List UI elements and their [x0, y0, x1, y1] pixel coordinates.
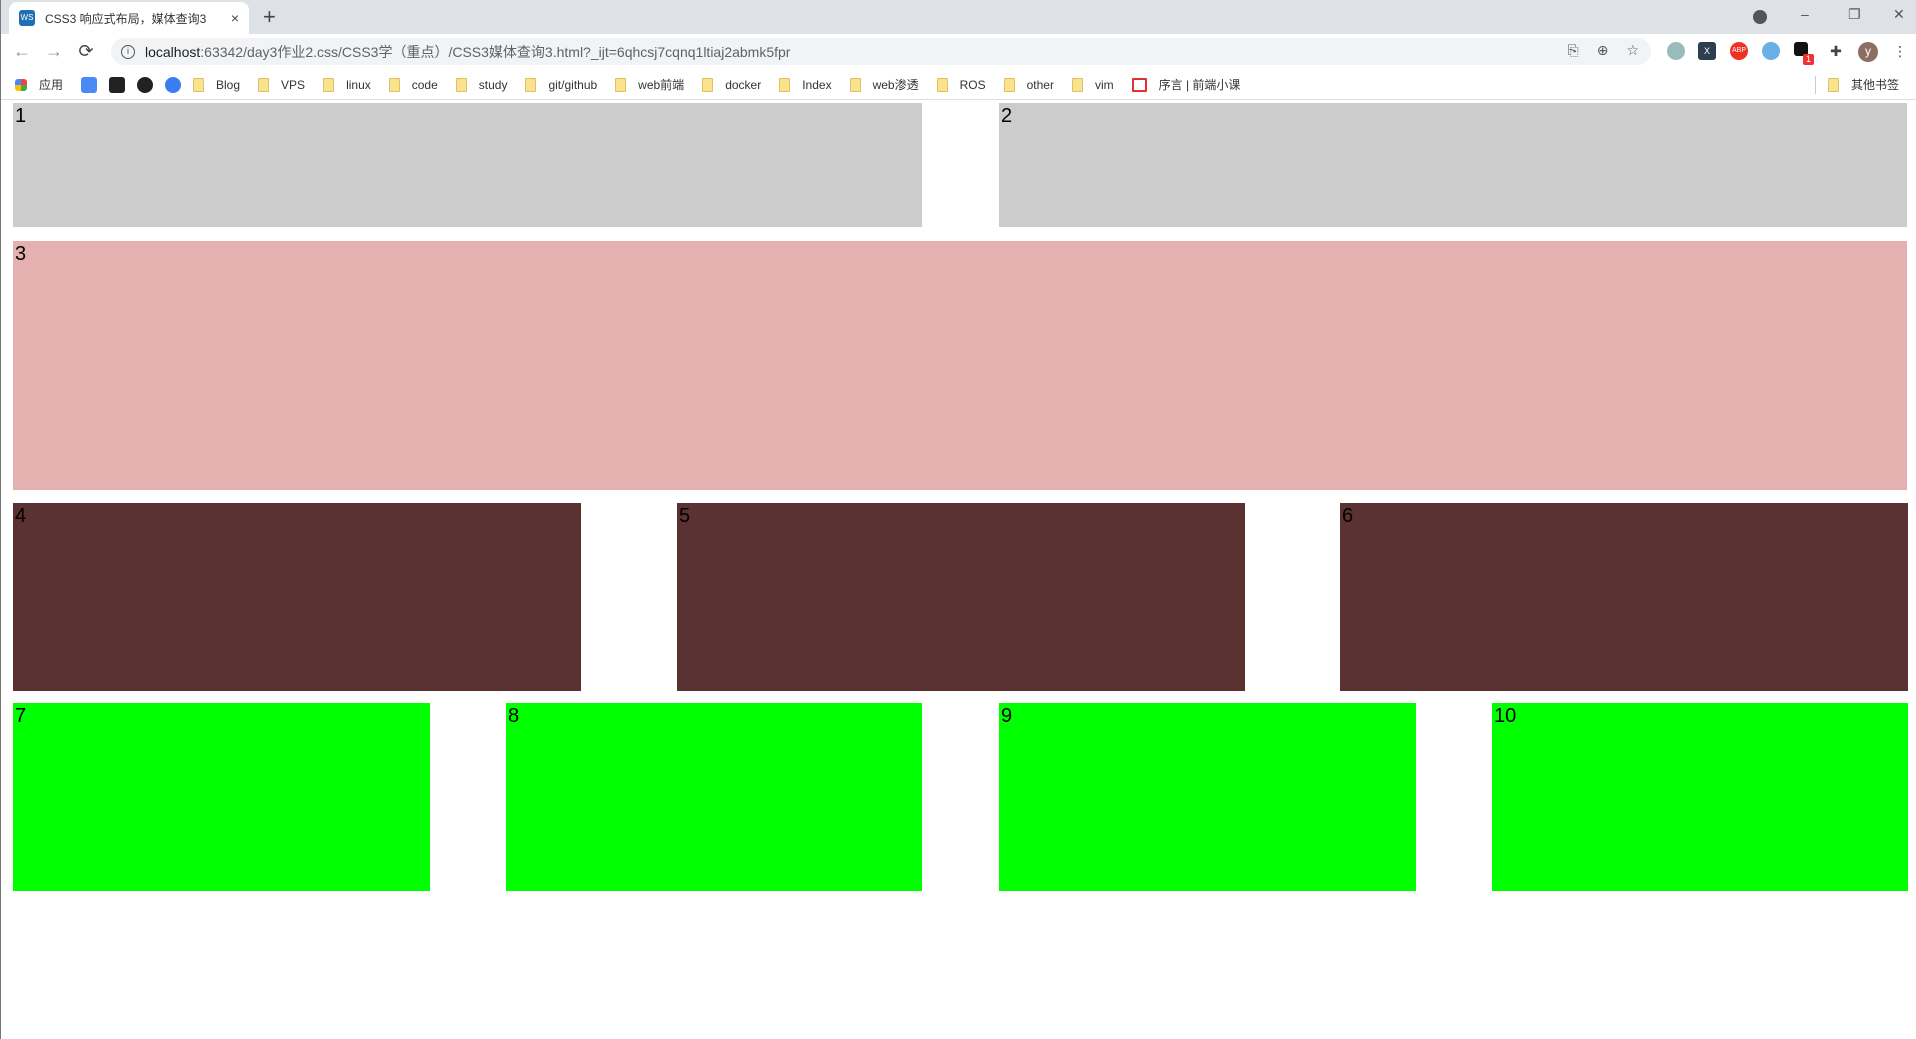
folder-icon [702, 77, 714, 92]
bookmark-folder[interactable]: code [388, 76, 438, 93]
bookmark-folder[interactable]: git/github [525, 76, 597, 93]
box-10: 10 [1492, 703, 1908, 891]
bookmark-label: code [411, 77, 438, 92]
bookmark-label: ROS [959, 77, 986, 92]
bookmark-label: 应用 [39, 78, 64, 92]
bookmark-label: vim [1094, 77, 1114, 92]
folder-icon [323, 77, 335, 92]
bookmark-star-icon[interactable]: ☆ [1626, 42, 1639, 59]
info-icon[interactable]: i [121, 44, 135, 59]
translate-icon[interactable]: ⎘ [1568, 42, 1579, 59]
bookmark-folder[interactable]: ROS [936, 76, 986, 93]
folder-icon [525, 77, 537, 92]
github-icon[interactable] [137, 76, 154, 93]
reload-button[interactable]: ⟳ [75, 41, 97, 62]
bookmark-apps[interactable]: 应用 [15, 76, 63, 93]
url-path: :63342/day3作业2.css/CSS3学（重点）/CSS3媒体查询3.h… [200, 43, 791, 60]
minimize-button[interactable]: – [1801, 6, 1809, 22]
bookmark-label: git/github [548, 77, 598, 92]
folder-icon [936, 77, 948, 92]
bookmark-other[interactable]: 其他书签 [1814, 75, 1899, 94]
tab-bar: WS CSS3 响应式布局，媒体查询3 × + – ❐ ✕ [1, 0, 1916, 34]
webstorm-icon: WS [19, 10, 35, 26]
bookmark-label: study [478, 77, 508, 92]
bookmark-folder[interactable]: Blog [193, 76, 240, 93]
folder-icon [1071, 77, 1083, 92]
profile-dropdown-icon[interactable] [1753, 10, 1767, 24]
bookmark-label: Index [802, 77, 832, 92]
box-3: 3 [13, 241, 1907, 490]
folder-icon [1827, 77, 1839, 92]
folder-icon [779, 77, 791, 92]
box-9: 9 [999, 703, 1416, 891]
close-window-button[interactable]: ✕ [1893, 6, 1905, 23]
bookmark-folder[interactable]: other [1003, 76, 1054, 93]
zoom-icon[interactable]: ⊕ [1597, 42, 1609, 59]
extension-x-icon[interactable]: X [1698, 42, 1716, 60]
tab-close-button[interactable]: × [231, 10, 239, 26]
bookmark-folder[interactable]: study [455, 76, 508, 93]
bookmark-label: linux [346, 77, 371, 92]
navigation-icon[interactable] [165, 76, 182, 93]
restore-button[interactable]: ❐ [1848, 6, 1861, 23]
box-1: 1 [13, 103, 922, 227]
bookmark-label: web前端 [638, 78, 685, 92]
folder-icon [388, 77, 400, 92]
bookmark-label: 序言 | 前端小课 [1158, 78, 1241, 92]
box-6: 6 [1340, 503, 1908, 691]
bookmark-label: web渗透 [872, 78, 919, 92]
avatar[interactable]: y [1858, 42, 1878, 62]
box-8: 8 [506, 703, 922, 891]
bookmark-folder[interactable]: linux [323, 76, 371, 93]
page-icon [1131, 77, 1147, 92]
extension-badge-count: 1 [1803, 54, 1814, 65]
box-5: 5 [677, 503, 1245, 691]
folder-icon [193, 77, 205, 92]
bookmark-label: 其他书签 [1850, 78, 1899, 92]
forward-button[interactable]: → [43, 41, 65, 62]
google-translate-icon[interactable] [81, 76, 98, 93]
bookmarks-bar: 应用 Blog VPS linux code study git/github web前端 d… [1, 70, 1916, 100]
extension-circle-icon[interactable] [1667, 42, 1685, 60]
bookmark-label: Blog [216, 77, 241, 92]
folder-icon [258, 77, 270, 92]
bookmark-folder[interactable]: vim [1071, 76, 1114, 93]
box-2: 2 [999, 103, 1907, 227]
bookmark-folder[interactable]: docker [702, 76, 761, 93]
address-bar[interactable]: i localhost:63342/day3作业2.css/CSS3学（重点）/… [111, 38, 1651, 65]
folder-icon [615, 77, 627, 92]
new-tab-button[interactable]: + [263, 4, 276, 30]
bookmark-folder[interactable]: Index [779, 76, 832, 93]
adblock-icon[interactable]: ABP [1730, 42, 1748, 60]
extension-v-icon[interactable] [1762, 42, 1780, 60]
apps-grid-icon [15, 78, 27, 91]
bookmark-label: VPS [281, 77, 306, 92]
bookmark-folder[interactable]: VPS [258, 76, 305, 93]
c-icon[interactable] [109, 76, 126, 93]
bookmark-label: docker [725, 77, 762, 92]
box-7: 7 [13, 703, 430, 891]
bookmark-special[interactable]: 序言 | 前端小课 [1131, 76, 1241, 93]
tab-title: CSS3 响应式布局，媒体查询3 [45, 11, 207, 26]
tab-active[interactable]: WS CSS3 响应式布局，媒体查询3 × [9, 2, 249, 34]
folder-icon [849, 77, 861, 92]
box-4: 4 [13, 503, 581, 691]
folder-icon [455, 77, 467, 92]
url-host: localhost [145, 43, 201, 60]
back-button[interactable]: ← [11, 41, 33, 62]
folder-icon [1003, 77, 1015, 92]
extensions-puzzle-icon[interactable]: ✚ [1827, 42, 1845, 60]
menu-icon[interactable]: ⋮ [1891, 42, 1909, 60]
bookmark-folder[interactable]: web渗透 [849, 76, 919, 93]
toolbar: ← → ⟳ i localhost:63342/day3作业2.css/CSS3… [1, 34, 1916, 68]
bookmark-folder[interactable]: web前端 [615, 76, 684, 93]
bookmark-label: other [1026, 77, 1054, 92]
